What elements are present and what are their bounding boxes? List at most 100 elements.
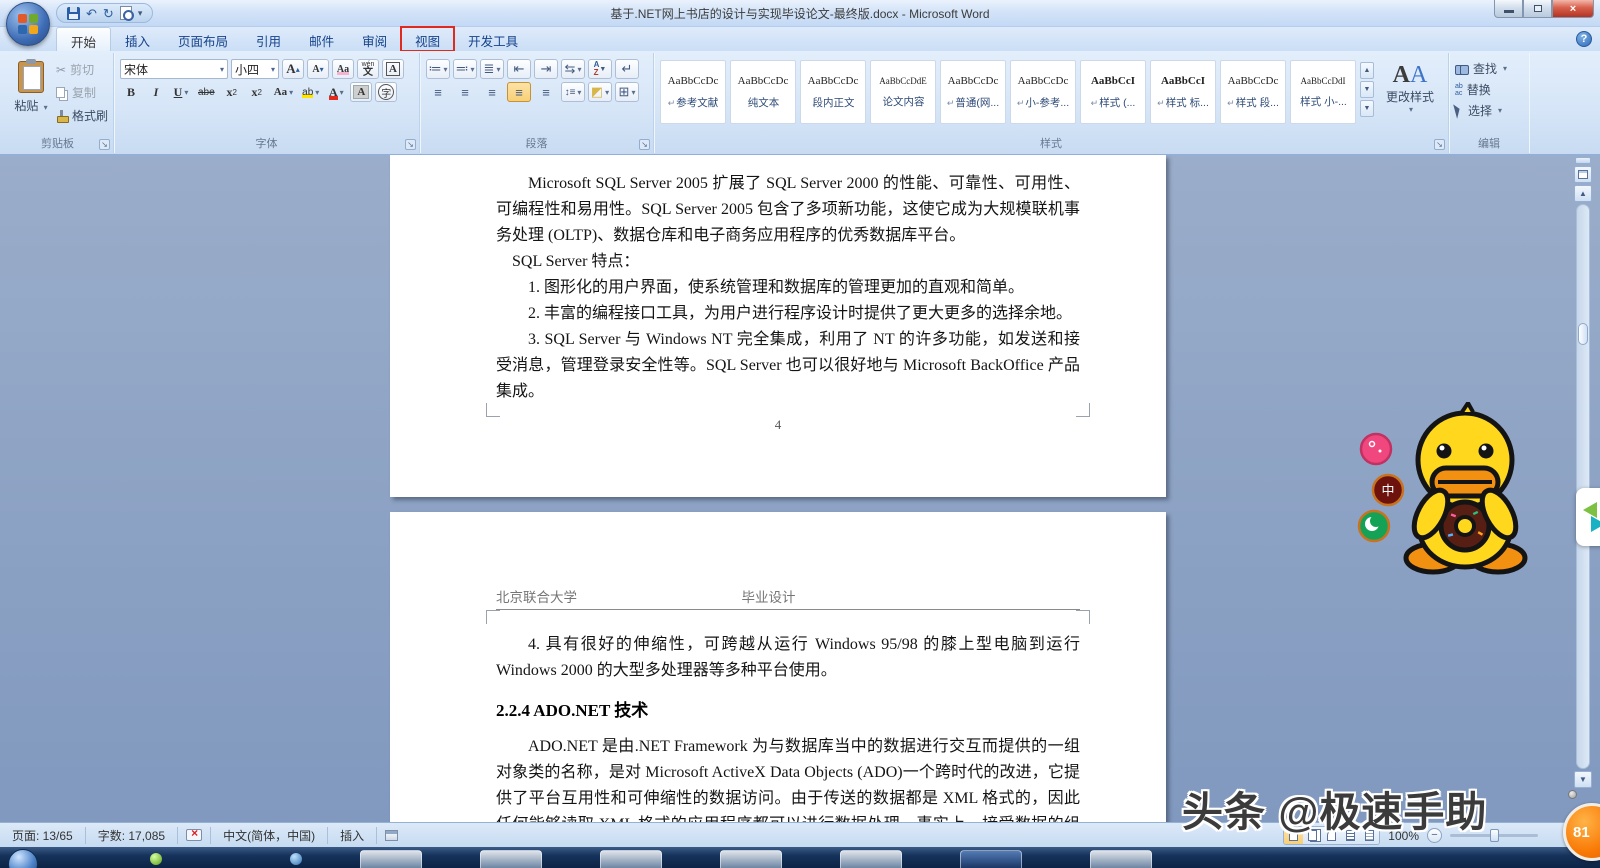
scroll-down-button[interactable]: ▼ xyxy=(1574,771,1592,788)
style-item[interactable]: AaBbCcDc↵小-参考... xyxy=(1010,60,1076,124)
style-item[interactable]: AaBbCcDc段内正文 xyxy=(800,60,866,124)
taskbar-app-button[interactable] xyxy=(600,850,662,868)
quick-launch-icon[interactable] xyxy=(150,853,162,865)
font-color-button[interactable]: A▾ xyxy=(325,82,347,102)
styles-dialog-launcher[interactable]: ↘ xyxy=(1434,139,1445,150)
tab-home[interactable]: 开始 xyxy=(56,27,111,51)
document-page-1[interactable]: Microsoft SQL Server 2005 扩展了 SQL Server… xyxy=(390,155,1166,497)
tab-developer[interactable]: 开发工具 xyxy=(454,27,532,51)
select-button[interactable]: 选择▾ xyxy=(1455,102,1523,119)
show-hide-marks-button[interactable]: ↵ xyxy=(615,59,639,79)
subscript-button[interactable]: x2 xyxy=(221,82,243,102)
style-item[interactable]: AaBbCcDc纯文本 xyxy=(730,60,796,124)
find-button[interactable]: 查找▾ xyxy=(1455,60,1523,77)
copy-button[interactable]: 复制 xyxy=(56,84,108,101)
scroll-up-button[interactable]: ▲ xyxy=(1574,185,1592,202)
zoom-slider-thumb[interactable] xyxy=(1490,829,1499,842)
shading-button[interactable]: ◩▾ xyxy=(588,82,612,102)
floating-tool-shortcut[interactable] xyxy=(1576,488,1600,546)
align-left-button[interactable]: ≡ xyxy=(426,82,450,102)
replace-button[interactable]: ab ac替换 xyxy=(1455,81,1523,98)
clipboard-dialog-launcher[interactable]: ↘ xyxy=(99,139,110,150)
strikethrough-button[interactable]: abe xyxy=(195,82,218,102)
enclose-characters-button[interactable]: 字 xyxy=(375,82,397,102)
font-name-combo[interactable]: 宋体▾ xyxy=(120,59,228,79)
taskbar-app-button[interactable] xyxy=(1090,850,1152,868)
style-item[interactable]: AaBbCcI↵样式 标... xyxy=(1150,60,1216,124)
phonetic-guide-button[interactable]: wén文 xyxy=(357,59,379,79)
tab-insert[interactable]: 插入 xyxy=(111,27,164,51)
office-button[interactable] xyxy=(6,2,50,46)
text-highlight-button[interactable]: ab▾ xyxy=(299,82,322,102)
taskbar-app-button[interactable] xyxy=(480,850,542,868)
grow-font-button[interactable]: A▴ xyxy=(282,59,304,79)
numbering-button[interactable]: ≕▾ xyxy=(453,59,477,79)
taskbar-app-button[interactable] xyxy=(360,850,422,868)
format-painter-button[interactable]: 格式刷 xyxy=(56,107,108,124)
tab-review[interactable]: 审阅 xyxy=(348,27,401,51)
gallery-more-icon[interactable]: ▼ xyxy=(1360,100,1374,117)
status-language[interactable]: 中文(简体，中国) xyxy=(219,827,319,844)
gallery-down-icon[interactable]: ▼ xyxy=(1360,81,1374,98)
style-item[interactable]: AaBbCcDc↵样式 段... xyxy=(1220,60,1286,124)
status-word-count[interactable]: 字数: 17,085 xyxy=(94,827,169,844)
scrollbar-track[interactable] xyxy=(1576,204,1590,769)
asian-layout-button[interactable]: ⇆▾ xyxy=(561,59,585,79)
quick-launch-icon[interactable] xyxy=(290,853,302,865)
style-item[interactable]: AaBbCcDc↵普通(网... xyxy=(940,60,1006,124)
split-handle[interactable] xyxy=(1575,157,1591,164)
decrease-indent-button[interactable]: ⇤ xyxy=(507,59,531,79)
style-item[interactable]: AaBbCcI↵样式 (... xyxy=(1080,60,1146,124)
paragraph-dialog-launcher[interactable]: ↘ xyxy=(639,139,650,150)
multilevel-list-button[interactable]: ≣▾ xyxy=(480,59,504,79)
line-spacing-button[interactable]: ↕≡▾ xyxy=(561,82,585,102)
font-dialog-launcher[interactable]: ↘ xyxy=(405,139,416,150)
bullets-button[interactable]: ≔▾ xyxy=(426,59,450,79)
italic-button[interactable]: I xyxy=(145,82,167,102)
status-insert-mode[interactable]: 插入 xyxy=(336,827,368,844)
scrollbar-thumb[interactable] xyxy=(1578,323,1588,345)
align-right-button[interactable]: ≡ xyxy=(480,82,504,102)
change-styles-button[interactable]: AA 更改样式 ▾ xyxy=(1376,56,1444,128)
document-page-2[interactable]: 北京联合大学 毕业设计 4. 具有很好的伸缩性，可跨越从运行 Windows 9… xyxy=(390,512,1166,822)
character-border-button[interactable]: A xyxy=(382,59,404,79)
align-center-button[interactable]: ≡ xyxy=(453,82,477,102)
badge-pink xyxy=(1361,434,1391,464)
tab-references[interactable]: 引用 xyxy=(242,27,295,51)
tab-view-highlighted[interactable]: 视图 xyxy=(401,27,454,51)
style-item[interactable]: AaBbCcDdE论文内容 xyxy=(870,60,936,124)
cut-button[interactable]: ✂剪切 xyxy=(56,61,108,78)
superscript-button[interactable]: x2 xyxy=(246,82,268,102)
change-case-button[interactable]: Aa▾ xyxy=(271,82,296,102)
taskbar-app-button[interactable] xyxy=(840,850,902,868)
help-button[interactable]: ? xyxy=(1576,31,1592,47)
style-item[interactable]: AaBbCcDdI样式 小-... xyxy=(1290,60,1356,124)
restore-button[interactable] xyxy=(1523,0,1552,18)
close-button[interactable]: × xyxy=(1552,0,1594,18)
styles-group-label: 样式 xyxy=(654,135,1448,151)
clear-formatting-button[interactable]: Aa xyxy=(332,59,354,79)
tab-mailings[interactable]: 邮件 xyxy=(295,27,348,51)
increase-indent-button[interactable]: ⇥ xyxy=(534,59,558,79)
macro-record-icon[interactable] xyxy=(385,830,398,841)
style-item[interactable]: AaBbCcDc↵参考文献 xyxy=(660,60,726,124)
minimize-button[interactable] xyxy=(1494,0,1523,18)
status-page-indicator[interactable]: 页面: 13/65 xyxy=(8,827,77,844)
underline-button[interactable]: U▾ xyxy=(170,82,192,102)
taskbar-app-button[interactable] xyxy=(720,850,782,868)
taskbar-app-button[interactable] xyxy=(960,850,1022,868)
shrink-font-button[interactable]: A▾ xyxy=(307,59,329,79)
distribute-button[interactable]: ≡ xyxy=(534,82,558,102)
paste-button[interactable]: 粘贴 ▾ xyxy=(8,59,54,135)
borders-button[interactable]: ⊞▾ xyxy=(615,82,639,102)
font-size-combo[interactable]: 小四▾ xyxy=(231,59,279,79)
proofing-status-icon[interactable] xyxy=(186,829,202,841)
start-button[interactable] xyxy=(8,849,38,868)
character-shading-button[interactable]: A xyxy=(350,82,372,102)
justify-button[interactable]: ≡ xyxy=(507,82,531,102)
ruler-toggle-button[interactable] xyxy=(1574,166,1592,183)
sort-button[interactable]: AZ▼ xyxy=(588,59,612,79)
gallery-up-icon[interactable]: ▲ xyxy=(1360,62,1374,79)
tab-page-layout[interactable]: 页面布局 xyxy=(164,27,242,51)
bold-button[interactable]: B xyxy=(120,82,142,102)
